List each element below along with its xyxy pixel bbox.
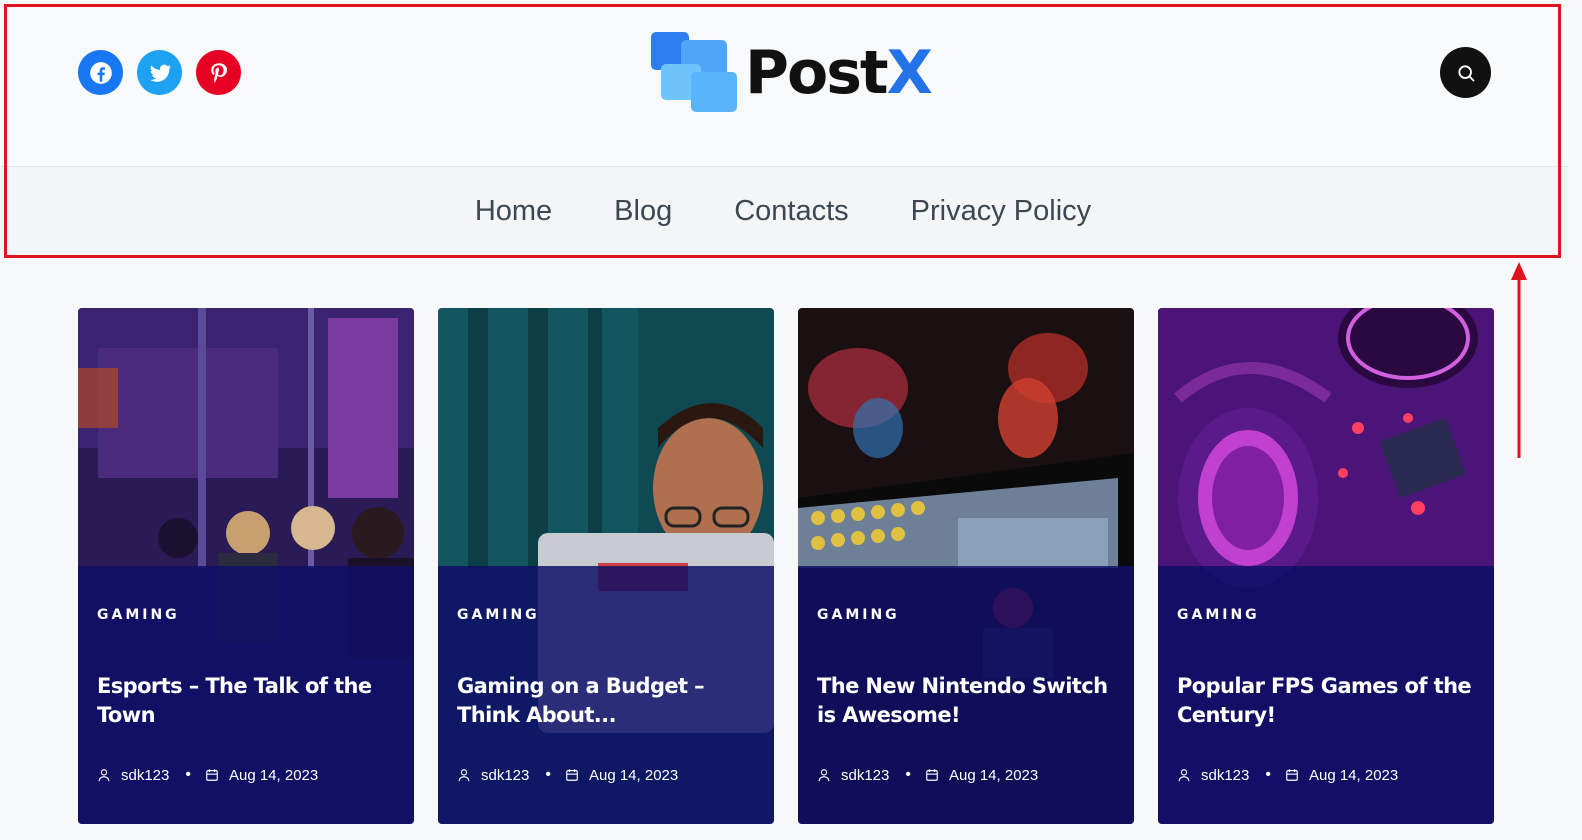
meta-separator: • xyxy=(545,766,551,783)
post-author[interactable]: sdk123 xyxy=(481,767,529,784)
post-title[interactable]: The New Nintendo Switch is Awesome! xyxy=(817,672,1120,730)
post-author[interactable]: sdk123 xyxy=(121,767,169,784)
site-header: PostX xyxy=(0,0,1568,166)
post-author[interactable]: sdk123 xyxy=(841,767,889,784)
post-meta: sdk123 • Aug 14, 2023 xyxy=(97,766,318,784)
post-title[interactable]: Esports – The Talk of the Town xyxy=(97,672,400,730)
post-meta: sdk123 • Aug 14, 2023 xyxy=(817,766,1038,784)
post-card[interactable]: GAMING Gaming on a Budget – Think About.… xyxy=(438,308,774,824)
card-content: GAMING Gaming on a Budget – Think About.… xyxy=(457,606,760,730)
calendar-icon xyxy=(1286,769,1298,781)
post-date: Aug 14, 2023 xyxy=(588,766,679,784)
card-content: GAMING Esports – The Talk of the Town xyxy=(97,606,400,730)
post-date: Aug 14, 2023 xyxy=(228,766,319,784)
calendar-icon xyxy=(926,769,938,781)
social-links xyxy=(78,50,241,95)
main-navigation: Home Blog Contacts Privacy Policy xyxy=(0,166,1568,256)
post-card[interactable]: GAMING Popular FPS Games of the Century!… xyxy=(1158,308,1494,824)
user-icon xyxy=(98,769,110,782)
postx-logo-icon xyxy=(651,32,737,114)
user-icon xyxy=(458,769,470,782)
post-category[interactable]: GAMING xyxy=(457,607,540,623)
nav-home[interactable]: Home xyxy=(475,195,552,228)
card-content: GAMING The New Nintendo Switch is Awesom… xyxy=(817,606,1120,730)
nav-blog[interactable]: Blog xyxy=(614,195,672,228)
nav-contacts[interactable]: Contacts xyxy=(734,195,848,228)
search-icon xyxy=(1457,64,1474,81)
post-card[interactable]: GAMING Esports – The Talk of the Town sd… xyxy=(78,308,414,824)
calendar-icon xyxy=(566,769,578,781)
search-button[interactable] xyxy=(1440,47,1491,98)
post-author[interactable]: sdk123 xyxy=(1201,767,1249,784)
post-grid: GAMING Esports – The Talk of the Town sd… xyxy=(78,308,1494,824)
site-logo[interactable]: PostX xyxy=(651,32,933,114)
meta-separator: • xyxy=(185,766,191,783)
post-date: Aug 14, 2023 xyxy=(948,766,1039,784)
card-content: GAMING Popular FPS Games of the Century! xyxy=(1177,606,1480,730)
post-meta: sdk123 • Aug 14, 2023 xyxy=(1177,766,1398,784)
meta-separator: • xyxy=(905,766,911,783)
post-title[interactable]: Popular FPS Games of the Century! xyxy=(1177,672,1480,730)
post-title[interactable]: Gaming on a Budget – Think About... xyxy=(457,672,760,730)
meta-separator: • xyxy=(1265,766,1271,783)
calendar-icon xyxy=(206,769,218,781)
post-category[interactable]: GAMING xyxy=(1177,607,1260,623)
annotation-arrow-icon xyxy=(1511,262,1527,458)
post-date: Aug 14, 2023 xyxy=(1308,766,1399,784)
user-icon xyxy=(1178,769,1190,782)
user-icon xyxy=(818,769,830,782)
pinterest-icon[interactable] xyxy=(196,50,241,95)
facebook-icon[interactable] xyxy=(78,50,123,95)
post-card[interactable]: GAMING The New Nintendo Switch is Awesom… xyxy=(798,308,1134,824)
nav-privacy-policy[interactable]: Privacy Policy xyxy=(911,195,1092,228)
twitter-icon[interactable] xyxy=(137,50,182,95)
site-title: PostX xyxy=(745,38,933,108)
post-category[interactable]: GAMING xyxy=(97,607,180,623)
post-meta: sdk123 • Aug 14, 2023 xyxy=(457,766,678,784)
post-category[interactable]: GAMING xyxy=(817,607,900,623)
